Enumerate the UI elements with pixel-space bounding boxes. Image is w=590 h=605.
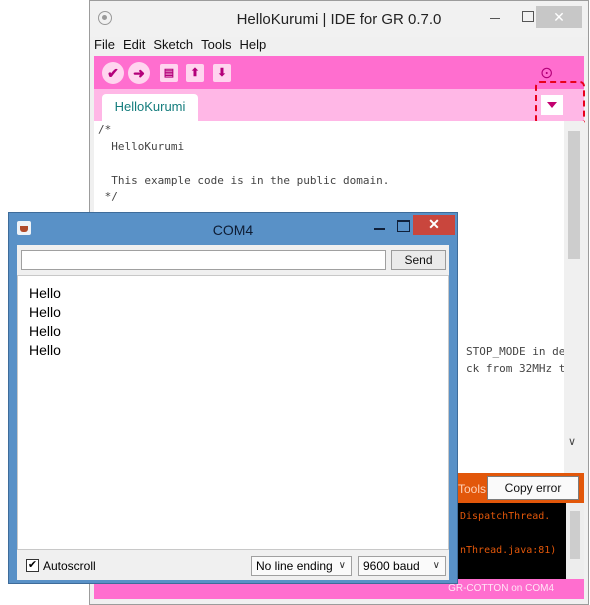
baud-rate-value: 9600 baud [363,559,420,573]
verify-button[interactable]: ✔ [102,62,124,84]
copy-error-button[interactable]: Copy error [487,476,579,500]
menu-edit[interactable]: Edit [123,37,145,55]
serial-monitor-icon[interactable]: ⊙ [540,63,562,83]
autoscroll-label: Autoscroll [43,559,96,573]
scroll-down-icon[interactable]: ∨ [568,435,576,448]
output-line: Hello [29,342,61,358]
minimize-button[interactable] [482,6,508,28]
editor-scroll-thumb[interactable] [568,131,580,259]
line-ending-dropdown[interactable]: No line ending ∨ [251,556,352,576]
chevron-down-icon: ∨ [338,560,346,571]
console-tools-label: Tools [458,482,487,496]
autoscroll-checkbox[interactable]: ✔ [26,559,39,572]
annotation-highlight-box [535,81,585,125]
chevron-down-icon: ∨ [432,560,440,571]
code-line: ck from 32MHz to [466,362,564,375]
minimize-button[interactable] [369,216,391,236]
toolbar: ✔ ➜ ▤ ⬆ ⬇ ⊙ [94,56,584,89]
menu-file[interactable]: File [94,37,115,55]
code-line: This example code is in the public domai… [98,174,390,187]
open-sketch-button[interactable]: ⬆ [186,64,204,82]
menu-help[interactable]: Help [239,37,266,55]
code-line: STOP_MODE in del [466,345,564,358]
console-line: nThread.java:81) [460,545,557,556]
code-line: */ [98,190,118,203]
line-ending-value: No line ending [256,559,333,573]
code-line: /* [98,123,112,136]
close-button[interactable]: ✕ [536,6,582,28]
console-scrollbar[interactable] [566,503,584,579]
console-line: DispatchThread. [460,511,551,522]
output-line: Hello [29,304,61,320]
send-button[interactable]: Send [391,250,446,270]
output-line: Hello [29,323,61,339]
board-port-status: GR-COTTON on COM4 [448,583,554,594]
tab-bar: HelloKurumi [94,81,585,125]
ide-titlebar: HelloKurumi | IDE for GR 0.7.0 ✕ [90,1,588,37]
menu-sketch[interactable]: Sketch [153,37,193,55]
new-sketch-button[interactable]: ▤ [160,64,178,82]
serial-output-area[interactable]: Hello Hello Hello Hello [17,275,449,550]
close-button[interactable]: ✕ [413,215,455,235]
serial-monitor-window: COM4 ✕ Send Hello Hello Hello Hello ✔ Au… [8,212,458,584]
menu-bar: File Edit Sketch Tools Help [94,37,266,55]
editor-scrollbar[interactable]: ∨ [564,121,584,453]
menu-tools[interactable]: Tools [201,37,231,55]
console-scroll-thumb[interactable] [570,511,580,559]
upload-button[interactable]: ➜ [128,62,150,84]
code-line: HelloKurumi [98,140,185,153]
tab-hellokurumi[interactable]: HelloKurumi [102,94,198,121]
save-sketch-button[interactable]: ⬇ [213,64,231,82]
serial-send-input[interactable] [21,250,386,270]
baud-rate-dropdown[interactable]: 9600 baud ∨ [358,556,446,576]
serial-monitor-body: Send Hello Hello Hello Hello ✔ Autoscrol… [17,245,449,580]
maximize-button[interactable] [392,216,414,236]
output-line: Hello [29,285,61,301]
